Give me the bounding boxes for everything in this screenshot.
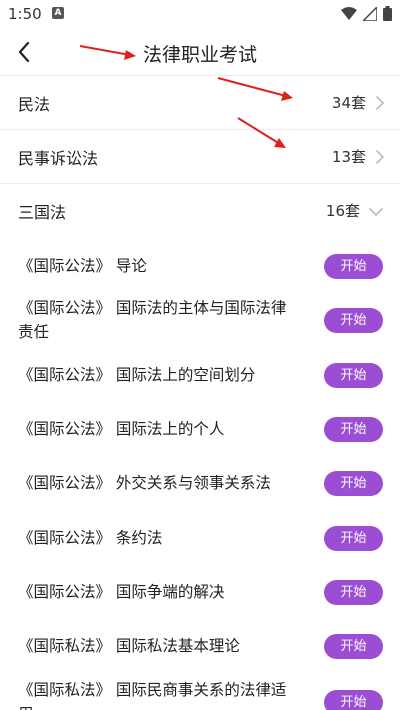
chevron-down-icon	[369, 208, 383, 216]
item-title: 《国际公法》 国际法的主体与国际法律责任	[18, 299, 287, 341]
start-button[interactable]: 开始	[324, 580, 383, 605]
start-button[interactable]: 开始	[324, 308, 383, 333]
category-name: 民法	[18, 95, 51, 114]
category-row-civil-law[interactable]: 民法 34套	[0, 76, 400, 130]
wifi-icon	[341, 6, 357, 20]
category-name: 三国法	[18, 203, 67, 222]
a-square-icon: A	[52, 7, 64, 19]
page-title: 法律职业考试	[142, 44, 257, 66]
start-button[interactable]: 开始	[324, 471, 383, 496]
status-time: 1:50	[8, 5, 42, 23]
item-title: 《国际公法》 外交关系与领事关系法	[18, 474, 271, 492]
item-title: 《国际公法》 国际法上的空间划分	[18, 366, 256, 384]
status-icons	[341, 6, 392, 21]
category-row-civil-procedure[interactable]: 民事诉讼法 13套	[0, 130, 400, 184]
category-count: 13套	[331, 148, 366, 166]
category-count: 16套	[325, 202, 360, 220]
start-button[interactable]: 开始	[324, 634, 383, 659]
item-title: 《国际公法》 国际法上的个人	[18, 420, 225, 438]
start-button[interactable]: 开始	[324, 363, 383, 388]
header: 法律职业考试	[0, 28, 400, 76]
chevron-right-icon	[376, 150, 384, 164]
category-count: 34套	[331, 94, 366, 112]
item-title: 《国际公法》 条约法	[18, 529, 163, 547]
item-title: 《国际私法》 国际民商事关系的法律适用	[18, 681, 287, 710]
start-button[interactable]: 开始	[324, 690, 383, 710]
item-title: 《国际私法》 国际私法基本理论	[18, 637, 240, 655]
start-button[interactable]: 开始	[324, 526, 383, 551]
item-title: 《国际公法》 国际争端的解决	[18, 583, 225, 601]
signal-icon	[363, 6, 377, 21]
status-bar: 1:50 A	[0, 0, 400, 28]
battery-icon	[383, 6, 392, 21]
category-row-three-laws[interactable]: 三国法 16套	[0, 184, 400, 238]
chevron-right-icon	[376, 96, 384, 110]
item-title: 《国际公法》 导论	[18, 257, 147, 275]
start-button[interactable]: 开始	[324, 417, 383, 442]
start-button[interactable]: 开始	[324, 254, 383, 279]
category-name: 民事诉讼法	[18, 149, 99, 168]
list-item: 《国际私法》 国际民商事关系的法律适用 开始	[0, 678, 400, 710]
